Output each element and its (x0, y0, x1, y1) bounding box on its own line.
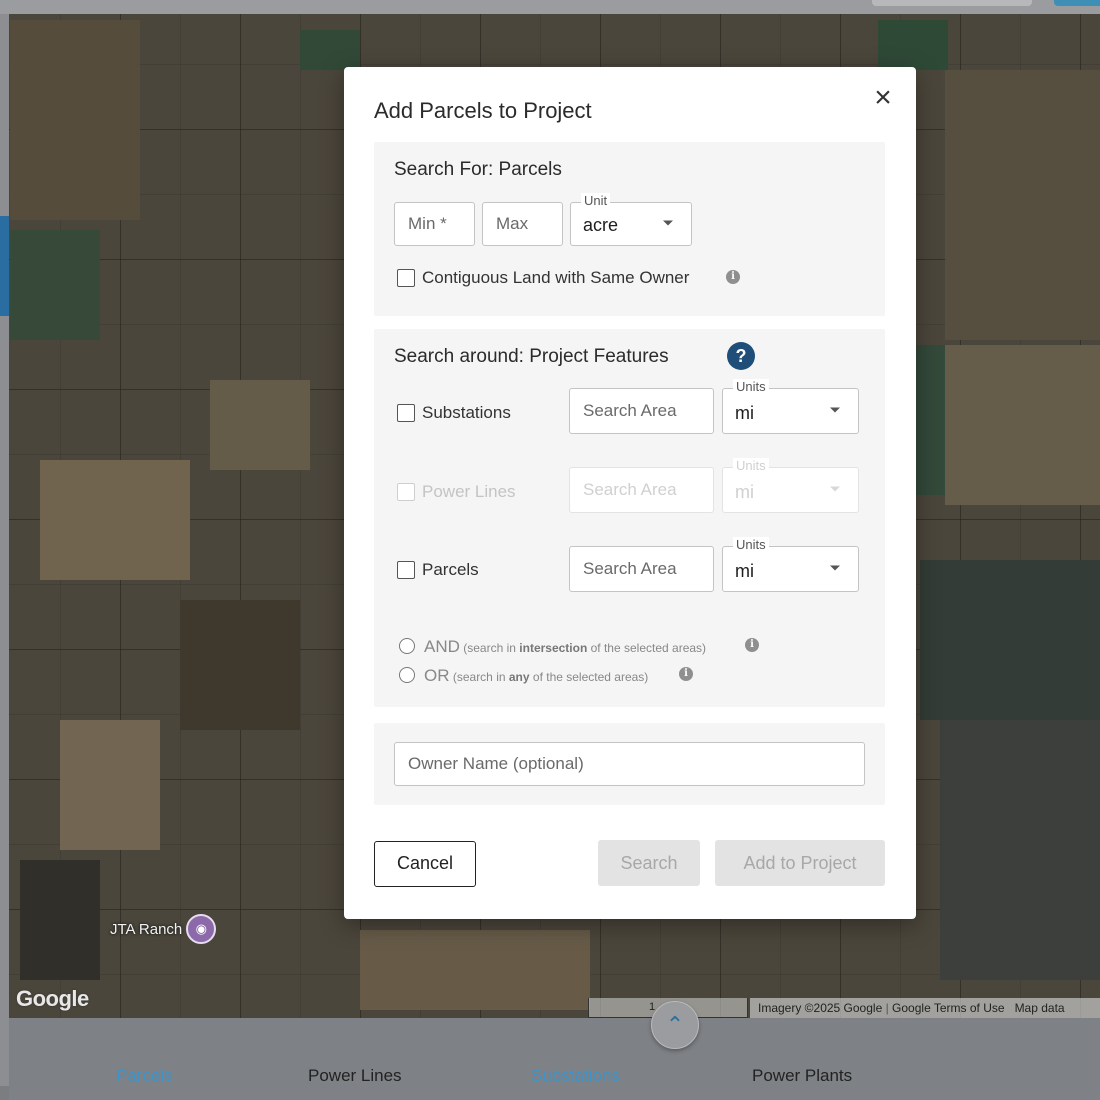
or-option-label: OR (search in any of the selected areas) (424, 666, 649, 685)
cancel-button[interactable]: Cancel (374, 841, 476, 887)
search-area-placeholder: Search Area (583, 559, 677, 578)
left-panel-edge (0, 14, 9, 1086)
bottom-tab-bar: Parcels Power Lines Substations Power Pl… (9, 1018, 1100, 1100)
add-parcels-dialog: Add Parcels to Project × Search For: Par… (344, 67, 916, 919)
units-value: mi (735, 403, 754, 423)
parcels-units-select[interactable]: Units mi (722, 537, 859, 592)
tab-power-lines[interactable]: Power Lines (308, 1066, 402, 1086)
min-acreage-input[interactable]: Min * (394, 202, 475, 246)
camera-pin-icon[interactable]: ◉ (186, 914, 217, 944)
search-area-placeholder: Search Area (583, 480, 677, 499)
tab-parcels[interactable]: Parcels (116, 1066, 173, 1086)
left-panel-tab[interactable] (0, 216, 9, 316)
top-toolbar-control[interactable] (872, 0, 1032, 6)
unit-select[interactable]: Unit acre (570, 193, 692, 246)
substations-search-area-input[interactable]: Search Area (569, 388, 714, 434)
owner-name-placeholder: Owner Name (optional) (408, 754, 584, 773)
and-option-label: AND (search in intersection of the selec… (424, 637, 707, 656)
owner-name-input[interactable]: Owner Name (optional) (394, 742, 865, 786)
top-toolbar-strip (0, 0, 1100, 14)
caret-down-icon (830, 407, 840, 413)
tab-substations[interactable]: Substations (531, 1066, 620, 1086)
substations-units-select[interactable]: Units mi (722, 379, 859, 434)
chevron-up-icon: ⌃ (665, 1012, 685, 1037)
map-data-link[interactable]: Map data (1015, 1001, 1065, 1015)
info-icon[interactable]: i (679, 667, 693, 681)
parcels-checkbox[interactable] (397, 561, 415, 579)
dialog-title: Add Parcels to Project (374, 98, 592, 123)
tab-power-plants[interactable]: Power Plants (752, 1066, 852, 1086)
units-value: mi (735, 561, 754, 581)
parcels-label: Parcels (422, 560, 479, 579)
help-icon[interactable]: ? (727, 342, 755, 370)
terms-link[interactable]: Google Terms of Use (892, 1001, 1005, 1015)
substations-label: Substations (422, 403, 511, 422)
and-radio[interactable] (399, 638, 415, 654)
power-lines-label: Power Lines (422, 482, 516, 501)
power-lines-checkbox (397, 483, 415, 501)
units-legend: Units (733, 458, 769, 474)
units-legend: Units (733, 537, 769, 553)
map-attribution: Imagery ©2025 Google | Google Terms of U… (750, 998, 1100, 1018)
collapse-panel-button[interactable]: ⌃ (651, 1001, 699, 1049)
search-for-title: Search For: Parcels (394, 159, 562, 180)
owner-section: Owner Name (optional) (374, 723, 885, 805)
caret-down-icon (663, 220, 673, 226)
parcels-search-area-input[interactable]: Search Area (569, 546, 714, 592)
info-icon[interactable]: i (726, 270, 740, 284)
search-around-title: Search around: Project Features (394, 346, 669, 367)
power-lines-units-select: Units mi (722, 458, 859, 513)
google-logo: Google (16, 986, 89, 1011)
search-for-section: Search For: Parcels Min * Max Unit acre … (374, 142, 885, 316)
unit-value: acre (583, 215, 619, 235)
substations-checkbox[interactable] (397, 404, 415, 422)
imagery-credit: Imagery ©2025 Google (758, 1001, 883, 1015)
map-marker[interactable]: JTA Ranch ◉ (110, 914, 217, 944)
or-radio[interactable] (399, 667, 415, 683)
add-to-project-button[interactable]: Add to Project (715, 840, 885, 886)
top-toolbar-primary-control[interactable] (1054, 0, 1100, 6)
caret-down-icon (830, 486, 840, 492)
min-placeholder: Min * (408, 214, 447, 233)
max-placeholder: Max (496, 214, 529, 233)
search-around-section: Search around: Project Features ? Substa… (374, 329, 885, 707)
max-acreage-input[interactable]: Max (482, 202, 563, 246)
marker-label: JTA Ranch (110, 920, 183, 938)
power-lines-search-area-input: Search Area (569, 467, 714, 513)
search-button[interactable]: Search (598, 840, 700, 886)
unit-legend: Unit (581, 193, 611, 209)
close-icon[interactable]: × (870, 83, 896, 113)
contiguous-label: Contiguous Land with Same Owner (422, 268, 690, 287)
units-value: mi (735, 482, 754, 502)
contiguous-checkbox[interactable] (397, 269, 415, 287)
info-icon[interactable]: i (745, 638, 759, 652)
units-legend: Units (733, 379, 769, 395)
search-area-placeholder: Search Area (583, 401, 677, 420)
caret-down-icon (830, 565, 840, 571)
